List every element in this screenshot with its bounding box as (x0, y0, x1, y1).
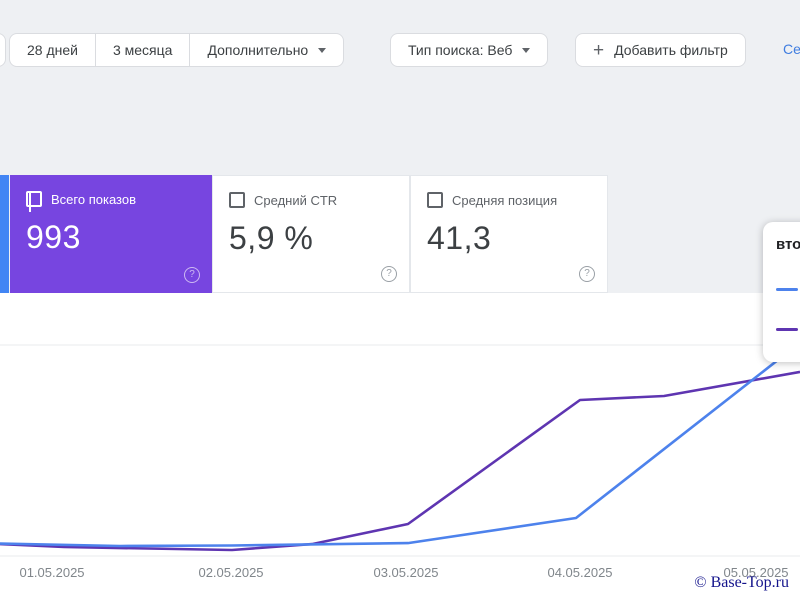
help-icon[interactable]: ? (184, 267, 200, 283)
purple-series-swatch (776, 328, 798, 331)
add-filter-label: Добавить фильтр (614, 42, 728, 58)
chart-line-Всего показов (0, 372, 800, 550)
tooltip-title: вто (776, 236, 800, 253)
x-tick-label: 03.05.2025 (373, 565, 438, 580)
search-type-dropdown[interactable]: Тип поиска: Веб (390, 33, 548, 67)
ctr-value: 5,9 % (229, 220, 393, 257)
watermark: © Base-Top.ru (694, 574, 789, 592)
range-tab-28-days[interactable]: 28 дней (10, 34, 95, 66)
metric-card-impressions[interactable]: Всего показов 993 ? (10, 175, 212, 293)
card-label: Всего показов (51, 192, 136, 207)
help-icon[interactable]: ? (381, 266, 397, 282)
clicks-card-edge[interactable] (0, 175, 9, 293)
metric-card-position[interactable]: Средняя позиция 41,3 ? (410, 175, 608, 293)
range-tab-3-months[interactable]: 3 месяца (95, 34, 189, 66)
check-icon (29, 193, 31, 212)
help-icon[interactable]: ? (579, 266, 595, 282)
chart-canvas (0, 293, 800, 563)
add-filter-button[interactable]: + Добавить фильтр (575, 33, 746, 67)
metric-card-ctr[interactable]: Средний CTR 5,9 % ? (212, 175, 410, 293)
range-tab-label: 3 месяца (113, 42, 172, 58)
card-header: Средняя позиция (427, 192, 591, 208)
blue-series-swatch (776, 288, 798, 291)
card-header: Всего показов (26, 191, 196, 207)
search-type-label: Тип поиска: Веб (408, 42, 512, 58)
performance-line-chart[interactable] (0, 293, 800, 563)
x-tick-label: 04.05.2025 (547, 565, 612, 580)
date-range-segmented-control: 28 дней 3 месяца Дополнительно (9, 33, 344, 67)
range-tab-more[interactable]: Дополнительно (189, 34, 343, 66)
x-tick-label: 01.05.2025 (19, 565, 84, 580)
cut-off-chip[interactable] (0, 33, 6, 67)
ctr-checkbox[interactable] (229, 192, 245, 208)
x-axis: 01.05.2025 02.05.2025 03.05.2025 04.05.2… (0, 565, 800, 583)
plus-icon: + (593, 41, 604, 60)
x-tick-label: 02.05.2025 (198, 565, 263, 580)
card-label: Средняя позиция (452, 193, 557, 208)
toolbar-right-link[interactable]: Се (783, 41, 800, 57)
chart-hover-tooltip: вто (763, 222, 800, 362)
card-label: Средний CTR (254, 193, 337, 208)
chevron-down-icon (522, 48, 530, 53)
position-value: 41,3 (427, 220, 591, 257)
position-checkbox[interactable] (427, 192, 443, 208)
filter-toolbar: 28 дней 3 месяца Дополнительно Тип поиск… (0, 33, 800, 67)
card-header: Средний CTR (229, 192, 393, 208)
range-tab-label: 28 дней (27, 42, 78, 58)
impressions-checkbox[interactable] (26, 191, 42, 207)
impressions-value: 993 (26, 219, 196, 256)
chart-line-blue-line (0, 343, 800, 546)
range-tab-label: Дополнительно (207, 42, 308, 58)
chevron-down-icon (318, 48, 326, 53)
